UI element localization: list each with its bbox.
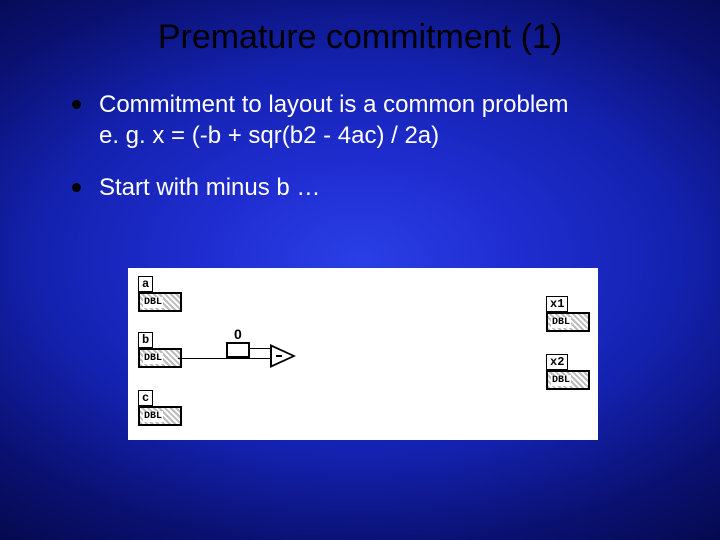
terminal-type: DBL [138,292,182,312]
terminal-label: x1 [546,296,568,312]
terminal-label: c [138,390,153,406]
constant-zero-box [226,342,250,358]
labview-diagram: a DBL b DBL c DBL 0 x [128,268,598,440]
bullet-dot-icon [72,183,81,192]
subtract-op-icon [270,344,296,368]
terminal-label: b [138,332,153,348]
terminal-type: DBL [138,348,182,368]
bullet-line: Start with minus b … [99,174,320,201]
terminal-type: DBL [546,370,590,390]
minus-icon [276,355,282,357]
bullet-item: Commitment to layout is a common problem… [72,90,672,151]
slide-content: Commitment to layout is a common problem… [72,90,672,226]
bullet-line: Commitment to layout is a common problem [99,91,569,118]
bullet-text: Commitment to layout is a common problem… [99,90,569,151]
slide-title: Premature commitment (1) [0,18,720,57]
terminal-label: a [138,276,153,292]
wire [178,358,270,359]
wire [248,348,270,349]
bullet-line: e. g. x = (-b + sqr(b2 - 4ac) / 2a) [99,122,439,149]
terminal-type: DBL [546,312,590,332]
slide: Premature commitment (1) Commitment to l… [0,0,720,540]
terminal-type: DBL [138,406,182,426]
constant-zero-label: 0 [234,326,242,342]
bullet-item: Start with minus b … [72,173,672,204]
bullet-dot-icon [72,100,81,109]
bullet-text: Start with minus b … [99,173,320,204]
terminal-label: x2 [546,354,568,370]
